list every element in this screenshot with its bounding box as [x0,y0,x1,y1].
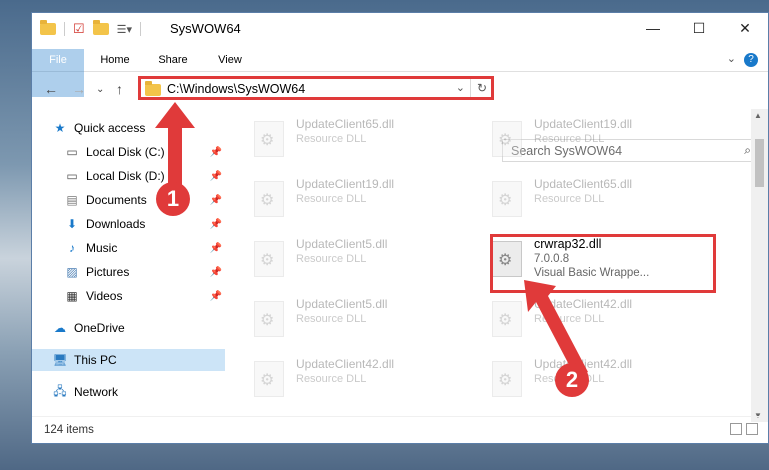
documents-icon: ▤ [66,193,78,207]
recent-dropdown-icon[interactable]: ⌄ [96,84,104,95]
new-folder-icon[interactable] [92,20,109,35]
dll-file-icon [254,121,284,157]
sidebar-item-label: Network [74,385,119,399]
help-icon[interactable]: ? [744,53,758,67]
window-title: SysWOW64 [170,21,241,36]
list-item[interactable]: UpdateClient65.dll Resource DLL [490,175,710,223]
status-bar: 124 items [32,416,768,443]
dll-file-icon [492,181,522,217]
sidebar-item-label: Pictures [86,265,130,279]
maximize-button[interactable]: ☐ [676,13,722,43]
sidebar-item-this-pc[interactable]: 🖥 This PC [32,349,225,371]
file-name: UpdateClient5.dll [296,297,388,311]
pin-icon[interactable]: 📌 [210,219,222,230]
minimize-button[interactable]: — [630,13,676,43]
file-name: UpdateClient65.dll [534,177,633,191]
item-count: 124 items [44,424,94,436]
title-bar: ☑ ☰▾ SysWOW64 — ☐ ✕ [32,13,768,43]
sidebar-item-downloads[interactable]: ⬇ Downloads 📌 [32,213,225,235]
list-item[interactable]: UpdateClient5.dll Resource DLL [252,235,472,283]
sidebar-item-label: Quick access [74,121,146,135]
vertical-scrollbar[interactable]: ▲ ▼ [751,109,768,422]
videos-icon: ▦ [66,289,78,303]
star-icon: ★ [54,121,66,135]
file-type: Resource DLL [296,313,367,325]
tab-view[interactable]: View [210,49,250,71]
download-icon: ⬇ [66,217,78,231]
explorer-window: ☑ ☰▾ SysWOW64 — ☐ ✕ File Home Share View… [31,12,769,444]
scroll-thumb[interactable] [755,139,764,187]
dll-file-icon [492,301,522,337]
scroll-up-icon[interactable]: ▲ [754,111,762,120]
file-name: UpdateClient5.dll [296,237,388,251]
drive-icon: ▭ [66,169,78,183]
file-name: UpdateClient19.dll [534,117,633,131]
cloud-icon: ☁ [54,321,66,335]
file-name: UpdateClient65.dll [296,117,395,131]
sidebar-item-label: Documents [86,193,147,207]
step-2-badge: 2 [555,363,589,397]
drive-icon: ▭ [66,145,78,159]
dll-file-icon [254,181,284,217]
pin-icon[interactable]: 📌 [210,291,222,302]
up-icon[interactable]: ↑ [116,81,123,97]
file-type: Resource DLL [296,193,367,205]
tab-home[interactable]: Home [94,49,136,71]
sidebar-item-quick-access[interactable]: ★ Quick access [52,117,245,139]
customize-icon[interactable]: ☰▾ [117,23,132,36]
forward-icon[interactable]: → [72,81,86,97]
list-item[interactable]: UpdateClient5.dll Resource DLL [252,295,472,343]
ribbon-expand-icon[interactable]: ⌄ [727,52,736,65]
pin-icon[interactable]: 📌 [210,195,222,206]
pin-icon[interactable]: 📌 [210,147,222,158]
dll-file-icon [254,301,284,337]
pin-icon[interactable]: 📌 [210,243,222,254]
file-type: Resource DLL [534,133,605,145]
network-icon: 🖧 [53,383,67,398]
sidebar-item-label: This PC [74,353,117,367]
music-icon: ♪ [69,241,75,255]
sidebar-item-pictures[interactable]: ▨ Pictures 📌 [32,261,225,283]
dll-file-icon [492,361,522,397]
details-view-icon[interactable] [730,423,742,435]
file-name: UpdateClient19.dll [296,177,395,191]
file-name: UpdateClient42.dll [296,357,395,371]
folder-icon [40,20,56,35]
sidebar-item-label: Music [86,241,118,255]
pin-icon[interactable]: 📌 [210,171,222,182]
step-1-badge: 1 [156,182,190,216]
file-type: Resource DLL [534,193,605,205]
close-button[interactable]: ✕ [722,13,768,43]
computer-icon: 🖥 [52,353,68,367]
large-icons-view-icon[interactable] [746,423,758,435]
pictures-icon: ▨ [66,265,78,279]
file-type: Resource DLL [296,253,367,265]
list-item[interactable]: UpdateClient42.dll Resource DLL [252,355,472,403]
sidebar-item-onedrive[interactable]: ☁ OneDrive [52,317,245,339]
sidebar-item-label: Downloads [86,217,146,231]
file-type: Resource DLL [296,373,367,385]
properties-icon[interactable]: ☑ [73,21,85,37]
address-highlight [138,76,494,100]
back-icon[interactable]: ← [44,81,58,97]
list-item[interactable]: UpdateClient65.dll Resource DLL [252,115,472,163]
sidebar-item-videos[interactable]: ▦ Videos 📌 [32,285,225,307]
ribbon-tabs: File Home Share View ⌄ ? [32,49,768,97]
sidebar-item-label: OneDrive [74,321,125,335]
dll-file-icon [492,121,522,157]
quick-access-toolbar: ☑ ☰▾ [40,20,142,37]
sidebar-item-network[interactable]: 🖧 Network [52,381,245,403]
pin-icon[interactable]: 📌 [210,267,222,278]
dll-file-icon [254,241,284,277]
sidebar-item-label: Videos [86,289,123,303]
list-item[interactable]: UpdateClient19.dll Resource DLL [252,175,472,223]
tab-share[interactable]: Share [152,49,194,71]
list-item[interactable]: UpdateClient19.dll Resource DLL [490,115,710,163]
dll-file-icon [254,361,284,397]
file-type: Resource DLL [296,133,367,145]
sidebar-item-music[interactable]: ♪ Music 📌 [32,237,225,259]
